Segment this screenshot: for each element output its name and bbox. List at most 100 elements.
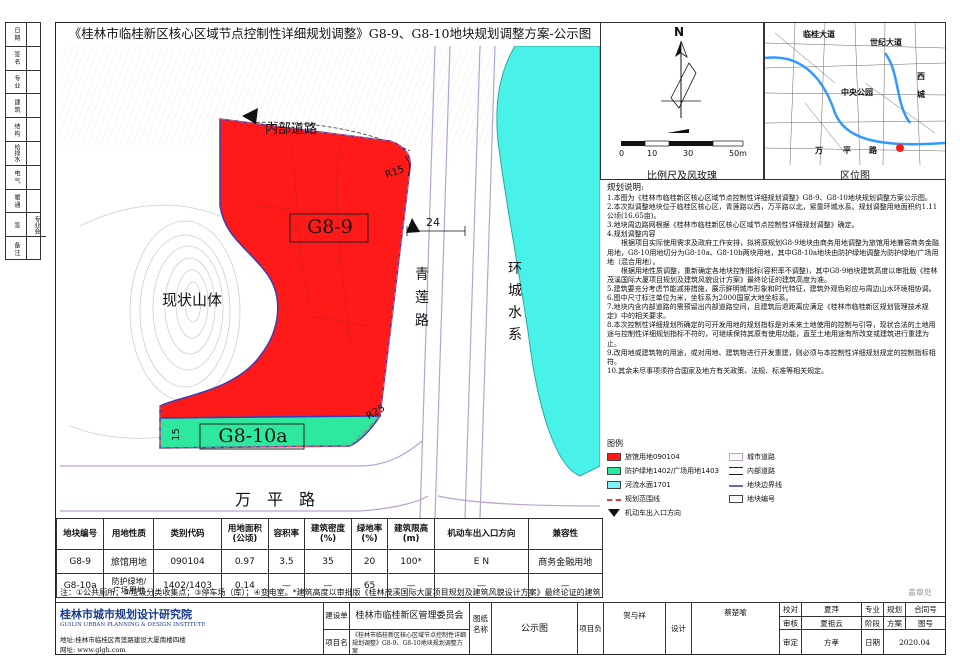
scale-tick: 10 <box>647 149 658 158</box>
scale-tick: 50m <box>729 149 747 158</box>
strip-cell: 暖 通 <box>6 190 26 214</box>
role-value: 蔡楚喻 <box>692 603 780 655</box>
field-value: 2020.04 <box>884 629 945 655</box>
strip-cell: 结 构 <box>6 118 26 142</box>
strip-cell: 日 期 <box>6 23 26 47</box>
stamp-label: 盖章处 <box>908 588 932 597</box>
title-block: 桂林市城市规划设计研究院 GUILIN URBAN PLANNING & DES… <box>56 602 945 655</box>
strip-cell: 给排水 <box>6 142 26 166</box>
table-header: 建筑密度 (%) <box>303 518 353 550</box>
field-value: 方案 <box>884 616 906 629</box>
north-label: N <box>674 25 685 39</box>
notes-item: 2.本次拟调整地块位于临桂区核心区，青莲路以西，万平路以北，紧靠环城水系。规划调… <box>607 203 938 221</box>
role-value: 夏萍 <box>802 603 862 616</box>
table-cell: G8-9 <box>55 549 105 574</box>
table-cell: 090104 <box>153 549 222 574</box>
notes-item: 6.图中尺寸标注单位为米，坐标系为2000国家大地坐标系。 <box>607 294 793 303</box>
strip-cell: 建 筑 <box>6 94 26 119</box>
road-char: 路 <box>415 313 429 329</box>
water-char: 水 <box>508 305 522 321</box>
drawing-label: 图纸名称 <box>470 603 492 655</box>
notes-item: 根据项目实际使用需求及政府工作安排，拟将原规划G8-9地块由商务用地调整为旅馆用… <box>607 239 939 266</box>
legend: 图例 旅馆用地090104 防护绿地1402/广场用地1403 河流水面1701… <box>607 439 782 517</box>
drawing-name: 公示图 <box>492 603 578 655</box>
notes-item: 7.地块内含内部道路的需预留出内部道路空间，且建筑后退距离应满足《桂林市临桂新区… <box>607 303 929 321</box>
role-label: 校对 <box>780 603 802 616</box>
table-row: G8-9 旅馆用地 090104 0.97 3.5 35 20 100* E N… <box>55 549 604 574</box>
strip-cell: 电 气 <box>6 166 26 190</box>
table-cell: 100* <box>386 549 436 574</box>
notes-item: 9.改用地或建筑物的用途，或对用地、建筑物进行开发重建，则必须与本控制性详细规划… <box>607 348 936 366</box>
water-char: 环 <box>508 261 522 277</box>
loc-label: 临桂大道 <box>803 30 835 39</box>
plot-g8-10a-label: G8-10a <box>218 425 288 447</box>
road-char: 青 <box>415 267 429 283</box>
compass-panel: N 0 10 30 50m <box>600 22 764 180</box>
table-header: 机动车出入口方向 <box>434 518 529 550</box>
location-panel: 临桂大道 世纪大道 中央公园 西 城 万 平 路 <box>764 22 946 180</box>
role-label: 审定 <box>780 629 802 655</box>
water-char: 系 <box>508 327 522 343</box>
loc-label: 城 <box>917 90 925 99</box>
dim-24: 24 <box>426 216 440 229</box>
water-char: 城 <box>508 283 522 299</box>
role-value: 方孝 <box>802 629 862 655</box>
table-header: 用地性质 <box>103 518 155 550</box>
table-header: 类别代码 <box>153 518 222 550</box>
table-cell: 商务金融用地 <box>527 549 604 574</box>
compass-caption: 比例尺及风玫瑰 <box>647 171 717 182</box>
table-header: 兼容性 <box>527 518 604 550</box>
table-cell: 35 <box>303 549 353 574</box>
client-name: 桂林市临桂新区管理委员会 <box>350 603 470 629</box>
client-label: 建设单位 <box>324 603 350 629</box>
notes-item: 8.本次控制性详细规划所确定的可开发用地的规划指标是对未来土地使用的控制与引导，… <box>607 321 936 348</box>
qinglian-road-label: 青 莲 路 <box>415 264 431 333</box>
signature-strip: 日 期 签 名 专 业 建 筑 结 构 给排水 电 气 暖 通 专业会签 备 注 <box>5 22 46 260</box>
table-cell: 20 <box>351 549 388 574</box>
notes-item: 10.其余未尽事项须符合国家及地方有关政策、法规、标准等相关规定。 <box>607 366 829 375</box>
table-cell: 旅馆用地 <box>103 549 155 574</box>
project-label: 项目名称 <box>324 629 350 655</box>
scale-tick: 0 <box>619 149 625 158</box>
institute-cell: 桂林市城市规划设计研究院 GUILIN URBAN PLANNING & DES… <box>56 603 324 655</box>
institute-en: GUILIN URBAN PLANNING & DESIGN INSTITUTE <box>60 622 206 628</box>
role-value: 夏祖云 <box>802 616 862 629</box>
inner-road-label: 内部道路 <box>265 122 318 137</box>
scale-tick: 30 <box>683 149 694 158</box>
institute-name: 桂林市城市规划设计研究院 <box>60 608 192 621</box>
dim-15: 15 <box>170 428 182 441</box>
loc-label: 世纪大道 <box>870 38 902 47</box>
plot-g8-9-label: G8-9 <box>307 216 353 238</box>
loc-label: 中央公园 <box>841 88 873 97</box>
project-name: 《桂林市临桂新区核心区域节点控制性详细规划调整》G8-9、G8-10地块规划调整… <box>350 629 470 655</box>
compass-svg <box>621 40 744 147</box>
role-value: 贺与祥 <box>604 603 666 655</box>
field-value: 规划 <box>884 603 906 616</box>
notes-heading: 规划说明: <box>607 183 644 193</box>
plot-indicator-table: 地块编号 用地性质 类别代码 用地面积 (公顷) 容积率 建筑密度 (%) 绿地… <box>55 518 604 598</box>
strip-cell: 备 注 <box>13 242 20 257</box>
field-label: 阶段 <box>862 616 884 629</box>
loc-label: 路 <box>869 146 877 155</box>
table-header: 地块编号 <box>55 518 105 550</box>
strip-cell: 专 业 <box>6 71 26 95</box>
location-caption: 区位图 <box>840 171 870 182</box>
strip-cell: 签 名 <box>6 47 26 71</box>
table-header: 建筑限高 (m) <box>386 518 436 550</box>
notes-item: 1.本图为《桂林市临桂新区核心区域节点控制性详细规划调整》G8-9、G8-10地… <box>607 194 932 202</box>
notes-item: 3.地块周边路网根据《桂林市临桂新区核心区域节点控制性详细规划调整》确定。 <box>607 221 859 230</box>
wanping-road-label: 万 平 路 <box>235 490 316 509</box>
field-label: 合同号 <box>914 605 937 614</box>
field-label: 日期 <box>862 629 884 655</box>
table-header: 容积率 <box>268 518 305 550</box>
role-label: 项目负责 <box>578 603 604 655</box>
table-header: 绿地率 (%) <box>351 518 388 550</box>
drawing-title: 《桂林市临桂新区核心区域节点控制性详细规划调整》G8-9、G8-10地块规划调整… <box>68 26 592 41</box>
table-cell: E N <box>434 549 529 574</box>
loc-label: 万 <box>815 146 823 155</box>
notes-item: 5.建筑要充分考虑节能减排措施，展示鲜明城市形象和时代特征，建筑外观色彩应与周边… <box>607 284 936 293</box>
hill-label: 现状山体 <box>162 291 223 309</box>
planning-notes: 规划说明: 1.本图为《桂林市临桂新区核心区域节点控制性详细规划调整》G8-9、… <box>603 181 943 434</box>
road-char: 莲 <box>415 290 429 306</box>
legend-heading: 图例 <box>607 439 623 448</box>
